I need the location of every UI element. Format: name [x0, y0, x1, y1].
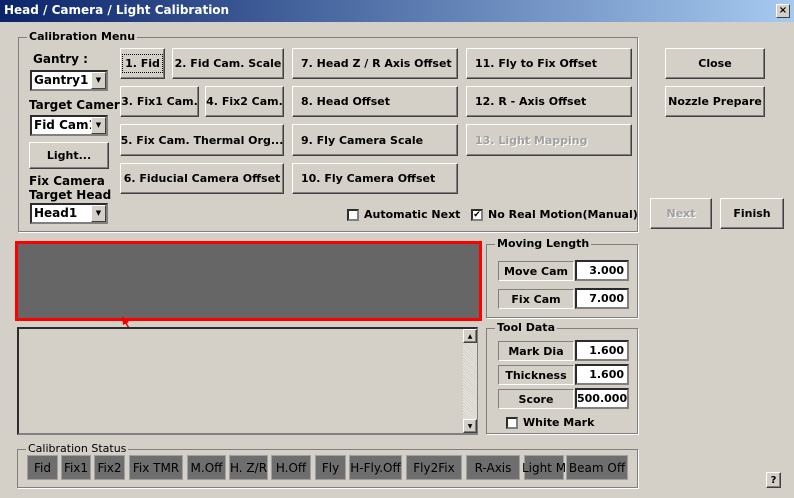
check-icon[interactable]: ✔ [471, 208, 483, 221]
status-h-fly-off: H-Fly.Off [349, 455, 402, 480]
fix-camera-label: Fix Camera [29, 174, 105, 188]
chevron-down-icon[interactable]: ▼ [91, 205, 106, 222]
score-input[interactable]: 500.000 [575, 388, 629, 409]
status-h-off: H.Off [271, 455, 311, 480]
status-m-off: M.Off [187, 455, 226, 480]
fiducial-camera-offset-button[interactable]: 6. Fiducial Camera Offset [120, 163, 284, 194]
window-close-button[interactable]: × [776, 4, 790, 18]
status-fix1: Fix1 [61, 455, 91, 480]
group-title: Tool Data [495, 321, 557, 334]
status-r-axis: R-Axis [466, 455, 520, 480]
title-bar: Head / Camera / Light Calibration [0, 0, 794, 22]
group-title: Calibration Status [26, 442, 129, 455]
chevron-down-icon[interactable]: ▼ [91, 117, 106, 134]
white-mark-checkbox[interactable]: White Mark [506, 416, 594, 429]
log-text-area[interactable] [17, 327, 478, 435]
target-camera-label: Target Camera [29, 98, 128, 112]
target-head-label: Target Head [29, 188, 112, 202]
status-fix-tmr: Fix TMR [129, 455, 183, 480]
move-cam-label: Move Cam [498, 261, 574, 281]
status-light-m: Light M [522, 455, 566, 480]
fid-button[interactable]: 1. Fid [120, 48, 165, 79]
log-scrollbar[interactable]: ▲ ▼ [463, 329, 477, 433]
checkbox-label: Automatic Next [364, 208, 461, 221]
status-h-zr: H. Z/R [229, 455, 268, 480]
light-mapping-button[interactable]: 13. Light Mapping [466, 124, 632, 156]
button-label: 1. Fid [122, 54, 163, 73]
fix2-cam-button[interactable]: 4. Fix2 Cam. [205, 86, 284, 117]
move-cam-input[interactable]: 3.000 [575, 260, 629, 281]
fly-to-fix-offset-button[interactable]: 11. Fly to Fix Offset [466, 48, 632, 79]
camera-view-panel [15, 241, 482, 321]
close-button[interactable]: Close [665, 48, 765, 79]
group-title: Calibration Menu [27, 30, 138, 43]
no-real-motion-checkbox[interactable]: ✔ No Real Motion(Manual) [471, 208, 638, 221]
fix-cam-thermal-button[interactable]: 5. Fix Cam. Thermal Org... [120, 124, 284, 156]
gantry-select[interactable]: Gantry1 ▼ [30, 70, 108, 91]
next-button[interactable]: Next [650, 198, 712, 229]
nozzle-prepare-button[interactable]: Nozzle Prepare [665, 86, 765, 117]
target-camera-select[interactable]: Fid Cam1 ▼ [30, 115, 108, 136]
status-fly2fix: Fly2Fix [406, 455, 462, 480]
help-button[interactable]: ? [766, 472, 781, 488]
target-head-select[interactable]: Head1 ▼ [30, 203, 108, 224]
fly-camera-scale-button[interactable]: 9. Fly Camera Scale [292, 124, 458, 156]
gantry-value: Gantry1 [34, 73, 89, 87]
camera-value: Fid Cam1 [34, 118, 97, 132]
head-value: Head1 [34, 206, 78, 220]
fly-camera-offset-button[interactable]: 10. Fly Camera Offset [292, 163, 458, 194]
status-fix2: Fix2 [94, 455, 125, 480]
thickness-input[interactable]: 1.600 [575, 364, 629, 385]
fix-cam-label: Fix Cam [498, 289, 574, 309]
chevron-down-icon[interactable]: ▼ [91, 72, 106, 89]
mark-dia-label: Mark Dia [498, 341, 574, 361]
gantry-label: Gantry : [33, 52, 88, 66]
scroll-down-icon[interactable]: ▼ [463, 419, 477, 433]
checkbox-box[interactable] [347, 208, 359, 221]
fix1-cam-button[interactable]: 3. Fix1 Cam. [120, 86, 199, 117]
status-beam-off: Beam Off [566, 455, 628, 480]
fix-cam-input[interactable]: 7.000 [575, 288, 629, 309]
fid-cam-scale-button[interactable]: 2. Fid Cam. Scale [172, 48, 284, 79]
checkbox-label: No Real Motion(Manual) [488, 208, 638, 221]
mark-dia-input[interactable]: 1.600 [575, 340, 629, 361]
head-offset-button[interactable]: 8. Head Offset [292, 86, 458, 117]
head-zr-axis-offset-button[interactable]: 7. Head Z / R Axis Offset [292, 48, 458, 79]
automatic-next-checkbox[interactable]: Automatic Next [347, 208, 460, 221]
window-title: Head / Camera / Light Calibration [4, 3, 230, 17]
scroll-up-icon[interactable]: ▲ [463, 329, 477, 343]
thickness-label: Thickness [498, 365, 574, 385]
status-fly: Fly [315, 455, 346, 480]
status-fid: Fid [27, 455, 58, 480]
group-title: Moving Length [495, 237, 592, 250]
score-label: Score [498, 389, 574, 409]
r-axis-offset-button[interactable]: 12. R - Axis Offset [466, 86, 632, 117]
checkbox-box[interactable] [506, 416, 518, 429]
light-button[interactable]: Light... [29, 142, 109, 169]
checkbox-label: White Mark [523, 416, 595, 429]
finish-button[interactable]: Finish [720, 198, 784, 229]
